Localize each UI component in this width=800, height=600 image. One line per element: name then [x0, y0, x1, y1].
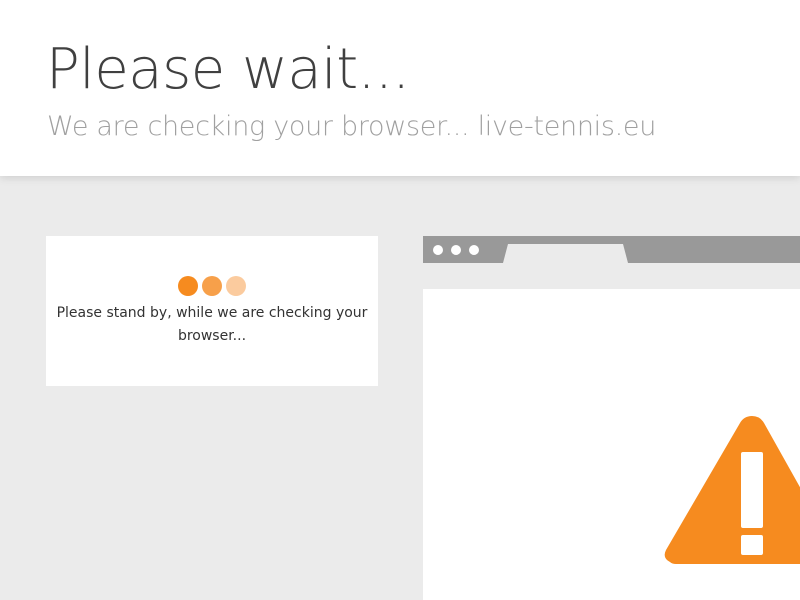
- window-control-dot: [433, 245, 443, 255]
- warning-exclamation-bar: [741, 452, 763, 528]
- browser-tab: [503, 244, 628, 263]
- warning-triangle: [664, 416, 800, 564]
- browser-window-icon: [423, 236, 800, 600]
- header: Please wait... We are checking your brow…: [0, 0, 800, 176]
- loading-dot: [202, 276, 222, 296]
- warning-exclamation-dot: [741, 535, 763, 555]
- status-card: Please stand by, while we are checking y…: [46, 236, 378, 386]
- warning-icon: [664, 416, 800, 564]
- page-subtitle: We are checking your browser... live-ten…: [47, 111, 657, 142]
- page-title: Please wait...: [46, 37, 410, 102]
- browser-content: [423, 289, 800, 600]
- window-control-dot: [469, 245, 479, 255]
- browser-title-bar: [423, 236, 800, 263]
- window-control-dot: [451, 245, 461, 255]
- status-message: Please stand by, while we are checking y…: [56, 305, 368, 344]
- loading-indicator: [178, 276, 248, 296]
- loading-dot: [226, 276, 246, 296]
- loading-dot: [178, 276, 198, 296]
